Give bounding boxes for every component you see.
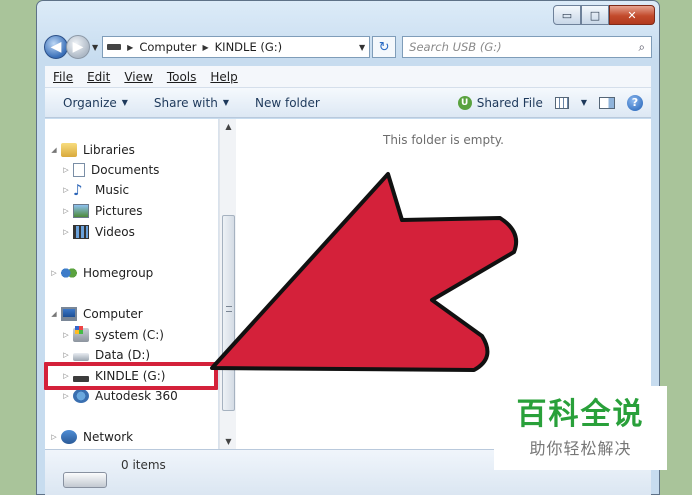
watermark-title: 百科全说: [516, 397, 645, 432]
watermark-subtitle: 助你轻松解决: [529, 439, 632, 458]
watermark: 百科全说 助你轻松解决: [494, 386, 667, 470]
